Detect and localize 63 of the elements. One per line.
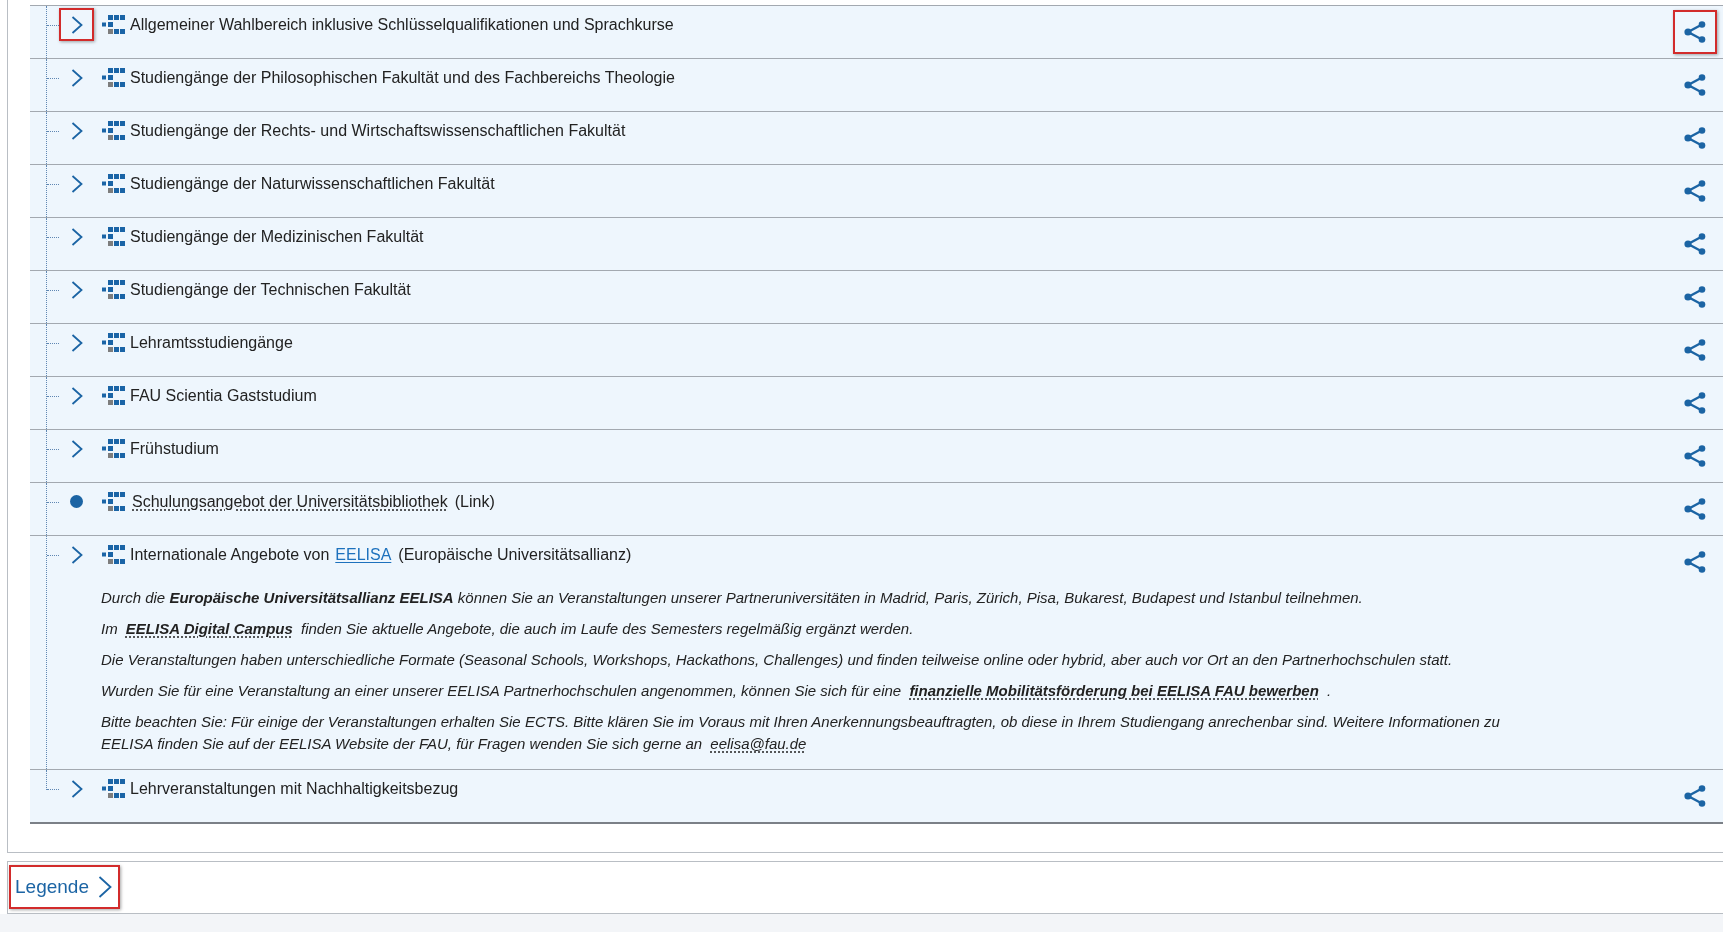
tree-item-label[interactable]: Internationale Angebote von <box>130 542 330 567</box>
tree-item-label[interactable]: Frühstudium <box>130 436 219 461</box>
item-note: (Link) <box>454 491 495 512</box>
legend-button[interactable]: Legende <box>9 865 120 909</box>
grid-icon <box>101 121 126 140</box>
description-link[interactable]: EELISA Digital Campus <box>125 620 293 637</box>
tree-item-label[interactable]: Allgemeiner Wahlbereich inklusive Schlüsselqualifikationen und Sprachkurse <box>130 12 674 37</box>
chevron-icon <box>70 333 83 352</box>
chevron-icon <box>97 876 112 898</box>
grid-icon <box>101 333 126 352</box>
description-paragraph: Bitte beachten Sie: Für einige der Veranstaltungen erhalten Sie ECTS. Bitte klären Sie im Voraus mit Ihren Anerkennungsbeauftragten, ob diese in Ihrem Studiengang anrechenbar sind. Weitere Informationen zu EELISA finden Sie auf der EELISA Website der FAU, für Fragen wenden Sie sich gerne an eelisa@fau.de <box>101 712 1501 754</box>
tree-item-label[interactable]: Lehramtsstudiengänge <box>130 330 293 355</box>
tree-item-label[interactable]: FAU Scientia Gaststudium <box>130 383 317 408</box>
share-button[interactable] <box>1673 10 1717 54</box>
chevron-icon <box>70 386 83 405</box>
bullet-icon <box>70 495 83 508</box>
chevron-icon <box>70 15 83 34</box>
grid-icon <box>101 227 126 246</box>
share-icon <box>1683 550 1707 574</box>
description-link[interactable]: finanzielle Mobilitätsförderung bei EELISA FAU bewerben <box>909 682 1319 699</box>
grid-icon <box>101 545 126 564</box>
share-icon <box>1683 784 1707 808</box>
tree-item-label[interactable]: Lehrveranstaltungen mit Nachhaltigkeitsbezug <box>130 776 459 801</box>
chevron-icon <box>70 779 83 798</box>
share-icon <box>1683 497 1707 521</box>
grid-icon <box>101 492 126 511</box>
tree-item-label[interactable]: Studiengänge der Philosophischen Fakultät und des Fachbereichs Theologie <box>130 65 675 90</box>
grid-icon <box>101 68 126 87</box>
share-icon <box>1683 20 1707 44</box>
expand-button[interactable] <box>59 8 94 41</box>
description-paragraph: Wurden Sie für eine Veranstaltung an einer unserer EELISA Partnerhochschulen angenommen, können Sie sich für eine finanzielle Mobilitätsförderung bei EELISA FAU bewerben . <box>101 681 1332 701</box>
share-icon <box>1683 73 1707 97</box>
description-paragraph: Im EELISA Digital Campus finden Sie aktuelle Angebote, die auch im Laufe des Semesters regelmäßig ergänzt werden. <box>101 619 914 639</box>
tree-item-label[interactable]: Studiengänge der Rechts- und Wirtschaftswissenschaftlichen Fakultät <box>130 118 626 143</box>
tree-item-label[interactable]: Studiengänge der Medizinischen Fakultät <box>130 224 424 249</box>
description-paragraph: Die Veranstaltungen haben unterschiedliche Formate (Seasonal Schools, Workshops, Hackathons, Challenges) und finden teilweise online oder hybrid, aber auch vor Ort an den Partnerhochschulen statt. <box>101 650 1453 670</box>
share-icon <box>1683 338 1707 362</box>
chevron-icon <box>70 227 83 246</box>
tree-item-label[interactable]: Studiengänge der Technischen Fakultät <box>130 277 411 302</box>
chevron-icon <box>70 121 83 140</box>
grid-icon <box>101 280 126 299</box>
chevron-icon <box>70 174 83 193</box>
share-icon <box>1683 285 1707 309</box>
grid-icon <box>101 15 126 34</box>
share-icon <box>1683 232 1707 256</box>
description-link[interactable]: eelisa@fau.de <box>710 735 807 752</box>
share-icon <box>1683 444 1707 468</box>
share-icon <box>1683 391 1707 415</box>
chevron-icon <box>70 545 83 564</box>
item-note: (Europäische Universitätsallianz) <box>398 544 632 565</box>
chevron-icon <box>70 439 83 458</box>
link[interactable]: EELISA <box>335 542 392 567</box>
link[interactable]: Schulungsangebot der Universitätsbibliothek <box>132 489 448 514</box>
grid-icon <box>101 439 126 458</box>
share-icon <box>1683 126 1707 150</box>
description-paragraph: Durch die Europäische Universitätsallianz EELISA können Sie an Veranstaltungen unserer Partneruniversitäten in Madrid, Paris, Zürich, Pisa, Bukarest, Budapest und Istanbul teilnehmen. <box>101 588 1363 608</box>
grid-icon <box>101 386 126 405</box>
tree-item-label[interactable]: Studiengänge der Naturwissenschaftlichen Fakultät <box>130 171 495 196</box>
chevron-icon <box>70 280 83 299</box>
share-icon <box>1683 179 1707 203</box>
grid-icon <box>101 779 126 798</box>
chevron-icon <box>70 68 83 87</box>
grid-icon <box>101 174 126 193</box>
